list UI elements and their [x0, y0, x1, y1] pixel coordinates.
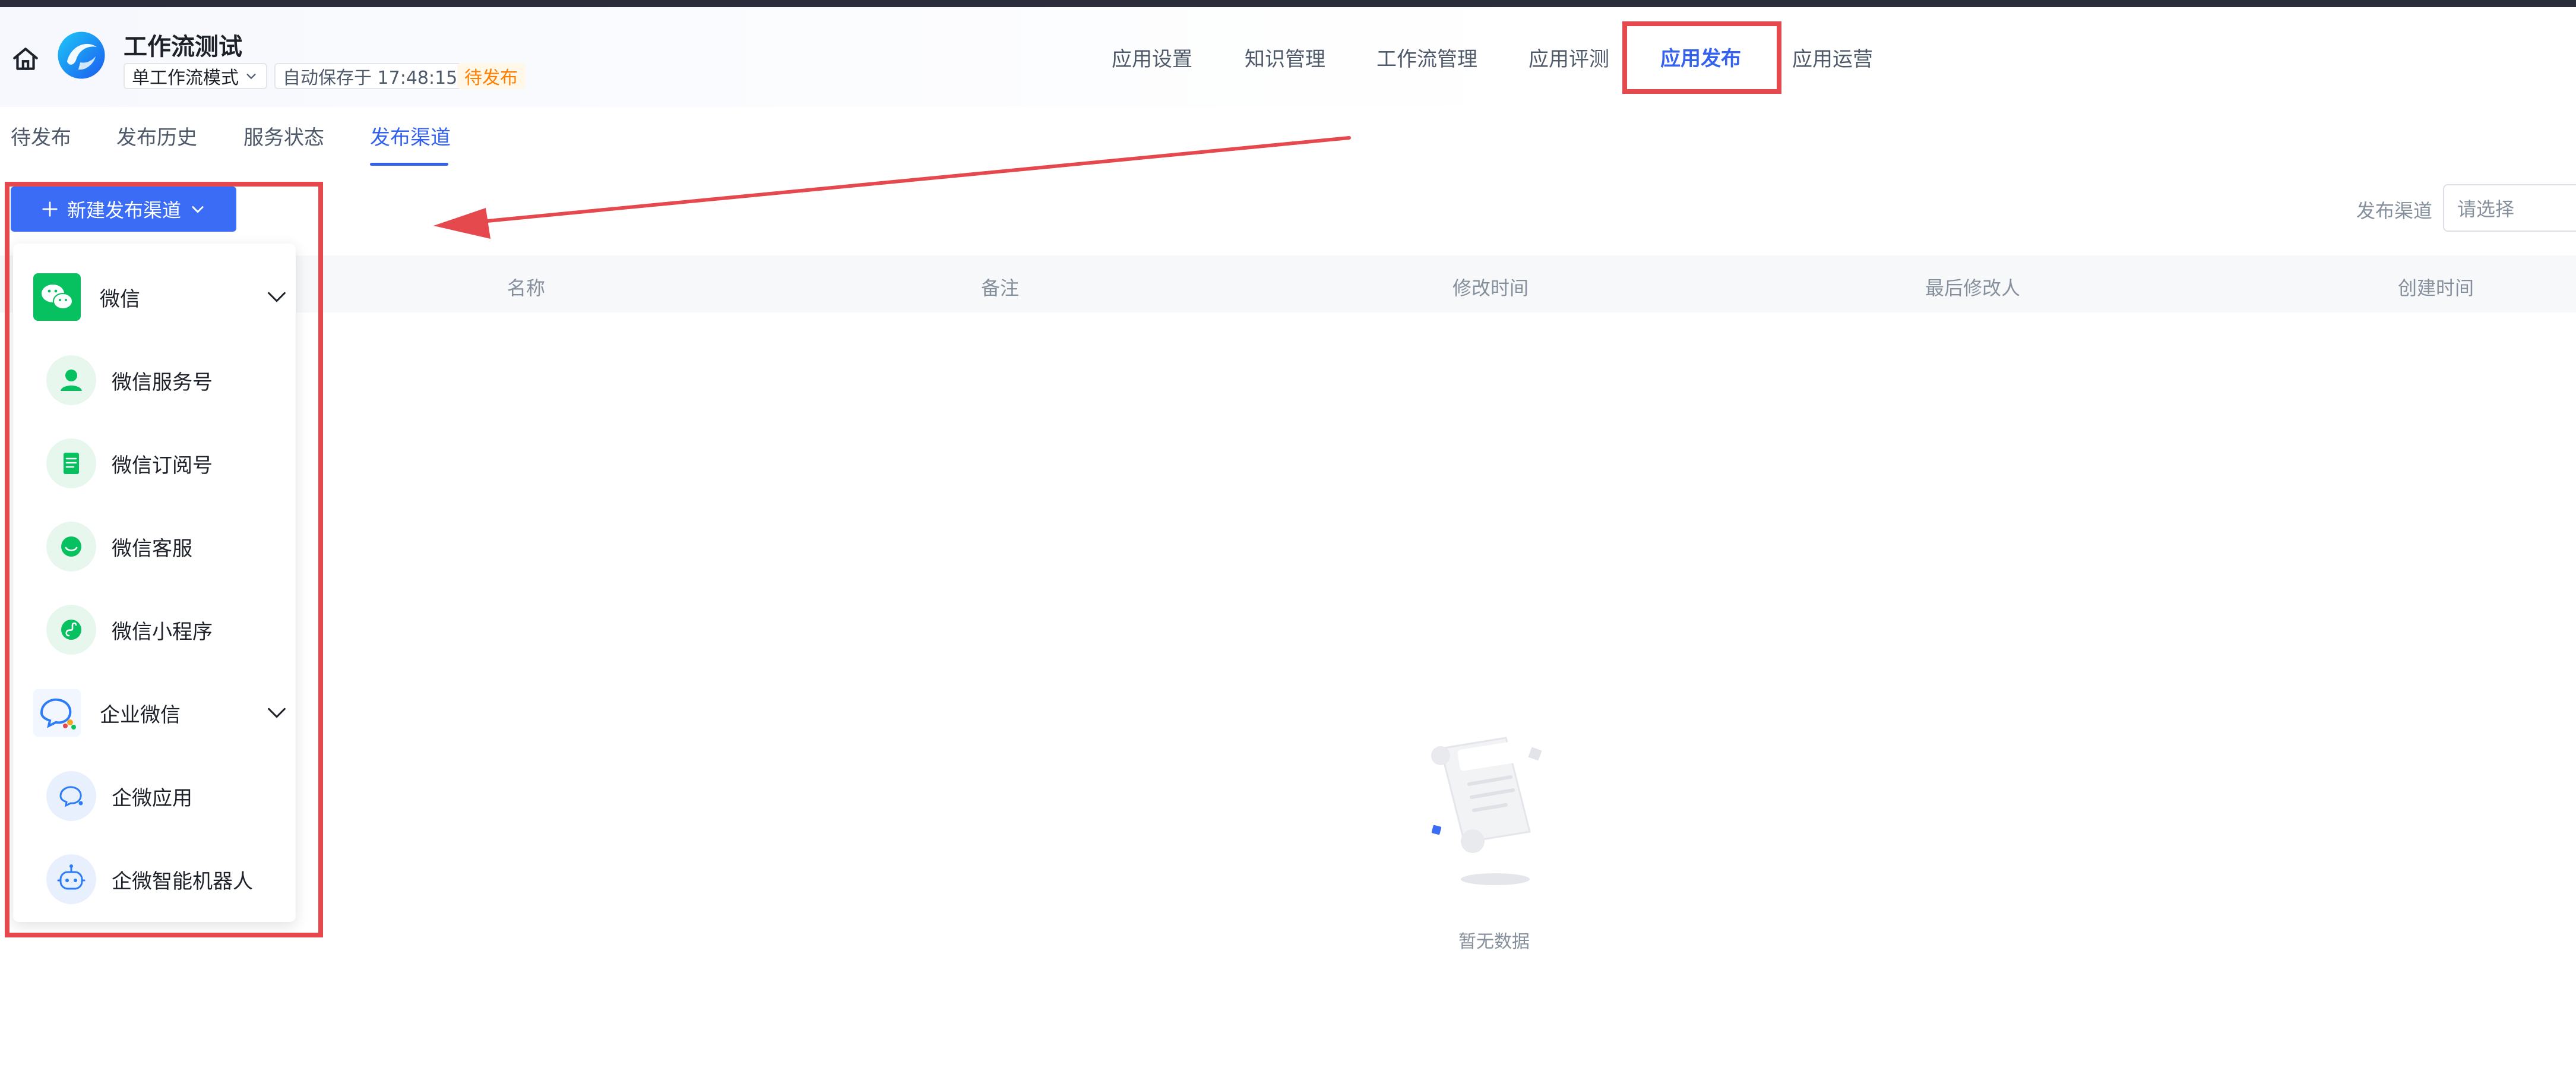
wechat-mini-program-icon: [46, 605, 96, 655]
mode-select[interactable]: 单工作流模式: [124, 63, 267, 89]
new-channel-button-label: 新建发布渠道: [67, 199, 181, 222]
empty-state-text: 暂无数据: [1458, 931, 1530, 952]
mode-select-label: 单工作流模式: [132, 68, 239, 89]
dropdown-group-label: 微信: [100, 287, 140, 311]
new-channel-dropdown: 微信 微信服务号 微信订阅号 微信客服 微信小程序 企业微信 企微应用 企微智能…: [13, 244, 296, 922]
dropdown-item-wechat-service[interactable]: 微信服务号: [46, 350, 296, 410]
chevron-down-icon: [268, 708, 286, 718]
annotation-arrow-line: [473, 136, 1351, 224]
wechat-icon: [33, 273, 81, 321]
dropdown-item-label: 微信客服: [112, 536, 192, 561]
nav-tab-operations[interactable]: 应用运营: [1792, 43, 1873, 72]
nav-tab-publish[interactable]: 应用发布: [1634, 34, 1767, 78]
app-root: 工作流测试 单工作流模式 自动保存于 17:48:15 待发布 应用设置 知识管…: [0, 0, 2576, 1080]
app-title: 工作流测试: [124, 33, 242, 61]
subtab-channels[interactable]: 发布渠道: [370, 121, 451, 150]
subtab-pending[interactable]: 待发布: [11, 121, 71, 150]
chevron-down-icon: [246, 74, 256, 80]
dropdown-item-label: 企微智能机器人: [112, 869, 253, 893]
column-header-remark: 备注: [981, 277, 1020, 299]
annotation-arrow-head: [433, 208, 490, 239]
autosave-status: 自动保存于 17:48:15: [274, 63, 466, 89]
dropdown-group-wecom[interactable]: 企业微信: [33, 683, 289, 743]
column-header-last-modifier: 最后修改人: [1925, 277, 2021, 299]
nav-tab-knowledge[interactable]: 知识管理: [1245, 43, 1325, 72]
robot-icon: [46, 854, 96, 904]
channel-filter-label: 发布渠道: [2356, 200, 2433, 222]
wecom-app-icon: [46, 771, 96, 821]
column-header-created-time: 创建时间: [2398, 277, 2474, 299]
dropdown-item-wecom-bot[interactable]: 企微智能机器人: [46, 850, 296, 909]
nav-tab-evaluation[interactable]: 应用评测: [1528, 43, 1609, 72]
dropdown-item-wechat-subscription[interactable]: 微信订阅号: [46, 434, 296, 493]
column-header-modified-time: 修改时间: [1452, 277, 1529, 299]
dropdown-item-wecom-app[interactable]: 企微应用: [46, 766, 296, 826]
dropdown-item-label: 微信订阅号: [112, 453, 213, 478]
wechat-subscription-icon: [46, 438, 96, 488]
wechat-customer-service-icon: [46, 522, 96, 571]
wecom-icon: [33, 689, 81, 737]
home-icon[interactable]: [11, 44, 40, 74]
channel-filter-placeholder: 请选择: [2457, 198, 2515, 220]
active-subtab-indicator: [370, 163, 448, 166]
subtab-service-status[interactable]: 服务状态: [243, 121, 324, 150]
table-header: [0, 255, 2576, 312]
status-badge: 待发布: [457, 63, 525, 89]
nav-tab-app-settings[interactable]: 应用设置: [1112, 43, 1192, 72]
window-top-bar: [0, 0, 2576, 7]
new-channel-button[interactable]: 新建发布渠道: [11, 187, 236, 232]
dropdown-item-label: 微信小程序: [112, 620, 213, 644]
wechat-service-account-icon: [46, 355, 96, 405]
dropdown-group-label: 企业微信: [100, 703, 181, 727]
chevron-down-icon: [192, 206, 204, 213]
channel-filter-select[interactable]: 请选择: [2443, 184, 2576, 232]
dropdown-item-wechat-customer-service[interactable]: 微信客服: [46, 517, 296, 576]
plus-icon: [42, 201, 58, 217]
column-header-name: 名称: [507, 277, 546, 299]
app-logo-icon: [58, 31, 105, 79]
subtab-history[interactable]: 发布历史: [116, 121, 197, 150]
dropdown-group-wechat[interactable]: 微信: [33, 267, 289, 327]
chevron-down-icon: [268, 292, 286, 302]
nav-tab-workflow[interactable]: 工作流管理: [1376, 43, 1477, 72]
annotation-overlay: [5, 21, 1781, 937]
dropdown-item-label: 企微应用: [112, 786, 192, 810]
empty-state-illustration: [1431, 737, 1542, 885]
dropdown-item-label: 微信服务号: [112, 370, 213, 394]
dropdown-item-wechat-mini-program[interactable]: 微信小程序: [46, 600, 296, 659]
